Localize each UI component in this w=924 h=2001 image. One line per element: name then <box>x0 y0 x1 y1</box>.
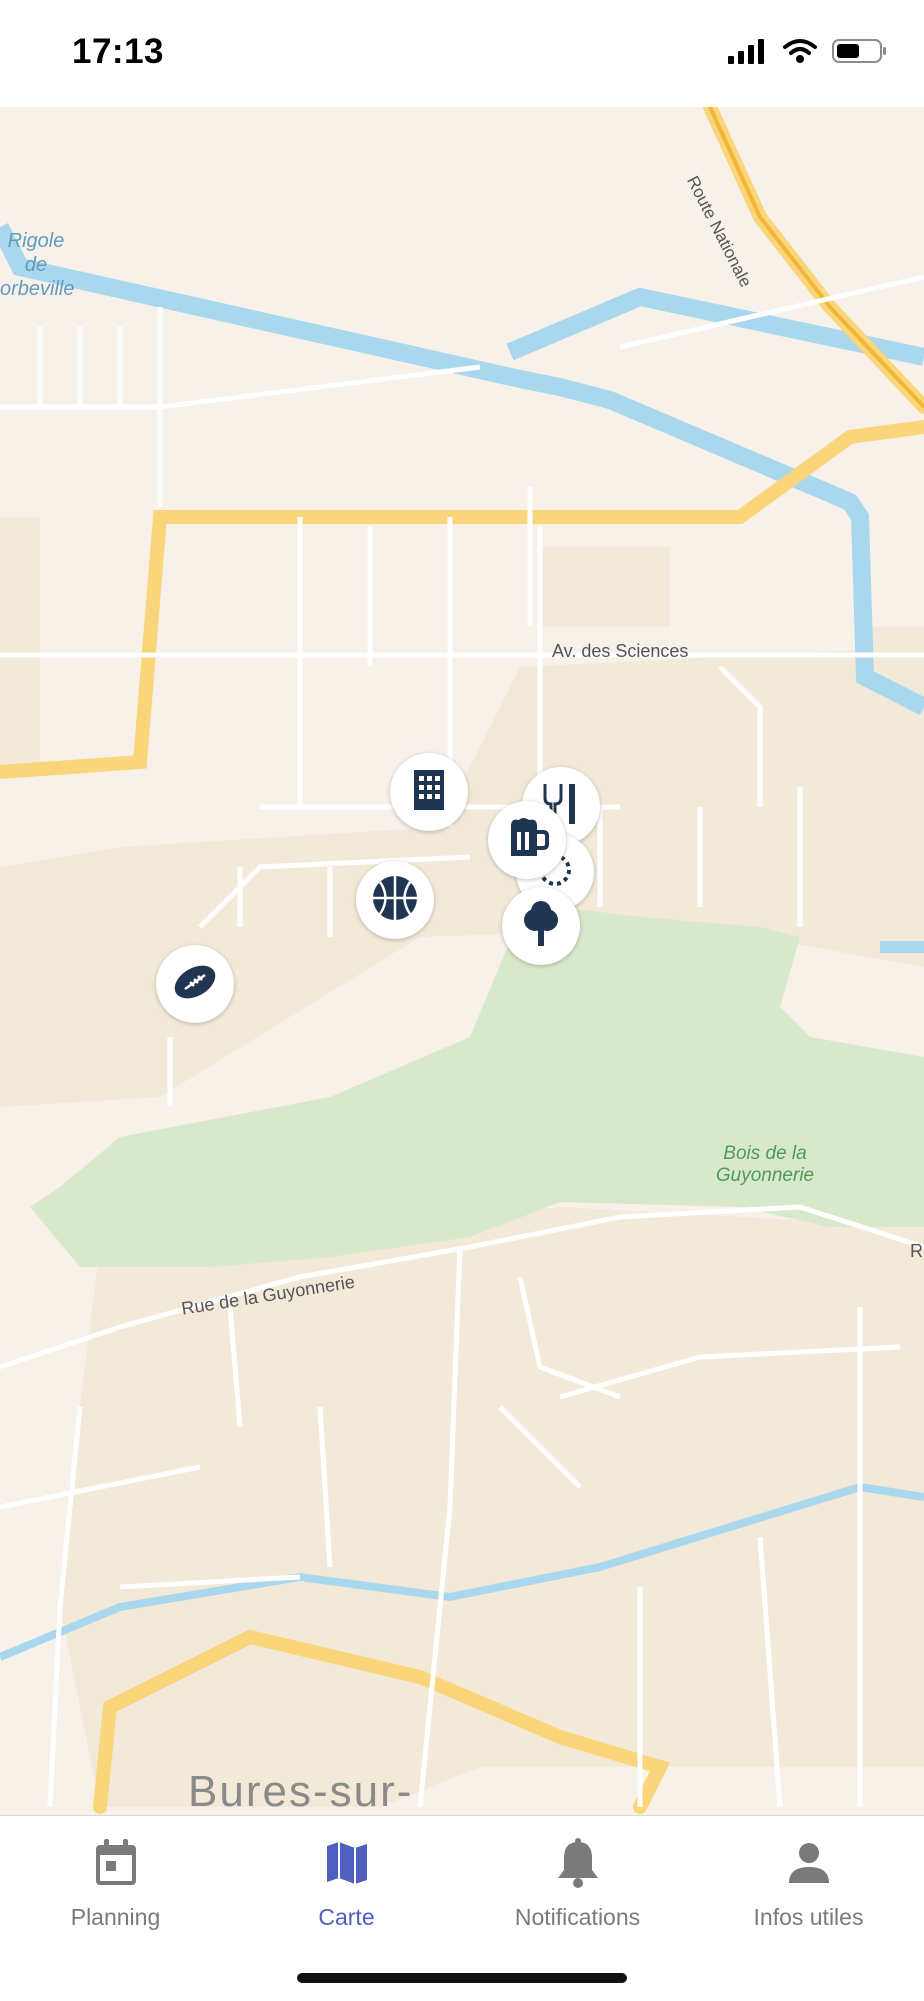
map-label-bures: Bures-sur- <box>188 1767 414 1815</box>
battery-icon <box>832 38 888 69</box>
map-label-bois-line2: Guyonnerie <box>715 1165 815 1186</box>
tab-infos-utiles-label: Infos utiles <box>753 1904 864 1930</box>
person-icon <box>787 1834 831 1892</box>
marker-basketball[interactable] <box>356 861 434 939</box>
tab-carte[interactable]: Carte <box>231 1816 462 1966</box>
tab-carte-label: Carte <box>318 1904 375 1930</box>
home-indicator <box>297 1973 627 1983</box>
map-label-rigole-line3: orbeville <box>0 278 75 300</box>
basketball-icon <box>371 874 419 927</box>
status-icons <box>728 38 888 69</box>
map-view[interactable]: Rigole de orbeville Route Nationale Av. … <box>0 107 924 1815</box>
tab-notifications[interactable]: Notifications <box>462 1816 693 1966</box>
bell-icon <box>556 1834 600 1892</box>
status-time: 17:13 <box>72 32 165 71</box>
map-label-av-sciences: Av. des Sciences <box>552 641 689 661</box>
wifi-icon <box>782 38 818 69</box>
tree-icon <box>521 900 561 953</box>
map-label-bois-line1: Bois de la <box>723 1143 807 1164</box>
marker-building[interactable] <box>390 753 468 831</box>
map-label-rigole: Rigole de orbeville <box>0 229 75 301</box>
map-label-rigole-line1: Rigole <box>7 230 65 252</box>
marker-football[interactable] <box>156 945 234 1023</box>
tab-bar: Planning Carte Notifications Infos utile… <box>0 1815 924 2001</box>
map-label-edge-r: R <box>910 1241 923 1261</box>
map-icon <box>325 1834 369 1892</box>
marker-park[interactable] <box>502 887 580 965</box>
map-label-rigole-line2: de <box>24 254 48 276</box>
calendar-icon <box>94 1834 138 1892</box>
tab-notifications-label: Notifications <box>514 1904 641 1930</box>
map-base <box>0 107 924 1814</box>
tab-planning-label: Planning <box>70 1904 161 1930</box>
football-icon <box>171 962 219 1007</box>
tab-planning[interactable]: Planning <box>0 1816 231 1966</box>
map-label-bois: Bois de la Guyonnerie <box>700 1143 830 1187</box>
status-bar: 17:13 <box>0 0 924 107</box>
tab-infos-utiles[interactable]: Infos utiles <box>693 1816 924 1966</box>
signal-icon <box>728 38 768 69</box>
building-icon <box>412 768 446 817</box>
beer-mug-icon <box>505 816 549 865</box>
marker-bar[interactable] <box>488 801 566 879</box>
